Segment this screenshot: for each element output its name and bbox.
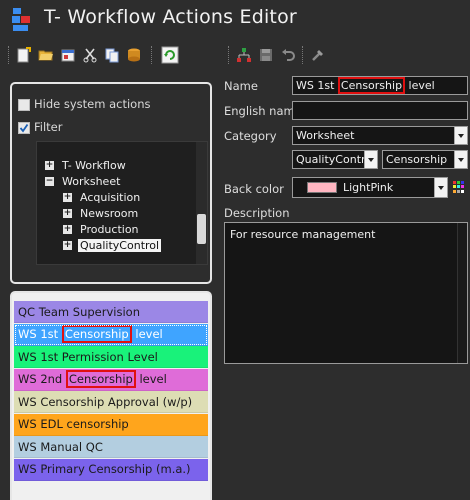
- expand-icon[interactable]: +: [63, 241, 72, 250]
- filter-label: Filter: [34, 120, 63, 134]
- back-color-value: LightPink: [343, 181, 394, 194]
- tree-node-newsroom[interactable]: + Newsroom: [63, 206, 140, 221]
- list-item-text: WS Primary Censorship (m.a.): [18, 462, 191, 476]
- list-item[interactable]: WS EDL censorship: [14, 413, 208, 436]
- subcategory2-select[interactable]: Censorship: [382, 150, 468, 169]
- collapse-icon[interactable]: −: [45, 177, 54, 186]
- tools-icon[interactable]: [308, 44, 328, 66]
- tree-node-worksheet[interactable]: − Worksheet: [45, 174, 122, 189]
- tree-node-qualitycontrol[interactable]: + QualityControl: [63, 238, 162, 253]
- description-field[interactable]: For resource management: [224, 222, 468, 364]
- tree-node-label: Production: [80, 223, 139, 236]
- title-bar: T- Workflow Actions Editor: [0, 0, 470, 40]
- category-select[interactable]: Worksheet: [292, 126, 468, 145]
- search-highlight: Censorship: [61, 325, 132, 343]
- toolbar-separator: [302, 46, 303, 64]
- list-item-text: WS EDL censorship: [18, 417, 129, 431]
- subcategory-value: QualityContro: [296, 153, 373, 166]
- list-item[interactable]: WS Manual QC: [14, 436, 208, 458]
- chevron-down-icon[interactable]: [364, 151, 377, 168]
- checkmark-icon: [19, 123, 29, 133]
- tree-node-label: Newsroom: [80, 207, 139, 220]
- toolbar: [0, 44, 470, 68]
- list-item-text: WS 1st: [18, 327, 62, 341]
- save-icon[interactable]: [256, 44, 276, 66]
- tree-scrollbar-thumb[interactable]: [197, 214, 206, 244]
- toolbar-separator: [228, 46, 229, 64]
- filter-checkbox[interactable]: [18, 122, 30, 134]
- color-palette-icon[interactable]: [452, 180, 466, 194]
- english-name-label: English name: [224, 104, 302, 118]
- list-item-text: WS Censorship Approval (w/p): [18, 394, 193, 409]
- undo-icon[interactable]: [278, 44, 298, 66]
- cut-icon[interactable]: [80, 44, 100, 66]
- chevron-down-icon[interactable]: [434, 178, 447, 197]
- refresh-icon[interactable]: [160, 44, 180, 66]
- list-item-text: level: [135, 372, 167, 386]
- name-text-pre: WS 1st: [296, 79, 338, 92]
- list-item[interactable]: WS 2nd Censorship level: [14, 368, 208, 391]
- filter-panel: Hide system actions Filter + T- Workflow…: [10, 82, 212, 284]
- list-item[interactable]: QC Team Supervision: [14, 301, 208, 323]
- expand-icon[interactable]: +: [63, 225, 72, 234]
- color-swatch: [307, 182, 337, 193]
- tree-node-label: Acquisition: [80, 191, 141, 204]
- search-highlight: Censorship: [337, 77, 406, 94]
- list-item[interactable]: WS 1st Permission Level: [14, 346, 208, 368]
- hide-system-actions-label: Hide system actions: [34, 97, 151, 111]
- description-label: Description: [224, 206, 290, 220]
- list-item-text: WS Manual QC: [18, 439, 103, 454]
- back-color-select[interactable]: LightPink: [292, 177, 448, 198]
- new-icon[interactable]: [13, 44, 33, 66]
- tree-node-label: T- Workflow: [62, 159, 126, 172]
- name-field[interactable]: WS 1st Censorship level: [292, 76, 468, 95]
- list-item-text: WS 2nd: [18, 372, 66, 386]
- description-scrollbar[interactable]: [457, 223, 467, 363]
- actions-list: QC Team Supervision WS 1st Censorship lev…: [10, 291, 212, 500]
- list-item-text: WS 1st Permission Level: [18, 349, 158, 364]
- name-label: Name: [224, 79, 258, 93]
- list-item[interactable]: WS 1st Censorship level: [14, 323, 208, 346]
- description-text: For resource management: [230, 228, 376, 241]
- back-color-label: Back color: [224, 182, 284, 196]
- list-item-text: QC Team Supervision: [18, 304, 140, 319]
- database-icon[interactable]: [124, 44, 144, 66]
- open-icon[interactable]: [36, 44, 56, 66]
- category-label: Category: [224, 129, 277, 143]
- list-item[interactable]: WS Primary Censorship (m.a.): [14, 458, 208, 481]
- search-highlight: Censorship: [65, 370, 136, 388]
- hide-system-actions-checkbox[interactable]: [18, 99, 30, 111]
- tree-node-label: QualityControl: [78, 239, 162, 252]
- window-title: T- Workflow Actions Editor: [44, 6, 297, 28]
- list-item[interactable]: WS Censorship Approval (w/p): [14, 391, 208, 413]
- tree-icon[interactable]: [234, 44, 254, 66]
- list-item-text: level: [131, 327, 163, 341]
- chevron-down-icon[interactable]: [454, 127, 467, 144]
- tree-node-production[interactable]: + Production: [63, 222, 141, 237]
- tree-node-acquisition[interactable]: + Acquisition: [63, 190, 142, 205]
- english-name-field[interactable]: [292, 101, 468, 120]
- properties-icon[interactable]: [58, 44, 78, 66]
- category-tree[interactable]: + T- Workflow − Worksheet + Acquisition …: [36, 141, 208, 265]
- app-icon: [12, 8, 30, 31]
- copy-icon[interactable]: [102, 44, 122, 66]
- name-text-post: level: [405, 79, 435, 92]
- tree-node-t-workflow[interactable]: + T- Workflow: [45, 158, 128, 173]
- subcategory-select[interactable]: QualityContro: [292, 150, 378, 169]
- tree-node-label: Worksheet: [62, 175, 121, 188]
- chevron-down-icon[interactable]: [454, 151, 467, 168]
- expand-icon[interactable]: +: [45, 161, 54, 170]
- expand-icon[interactable]: +: [63, 193, 72, 202]
- toolbar-separator: [151, 46, 152, 64]
- expand-icon[interactable]: +: [63, 209, 72, 218]
- tree-scrollbar[interactable]: [196, 142, 207, 264]
- category-value: Worksheet: [296, 129, 355, 142]
- toolbar-separator: [8, 46, 9, 64]
- subcategory2-value: Censorship: [386, 153, 448, 166]
